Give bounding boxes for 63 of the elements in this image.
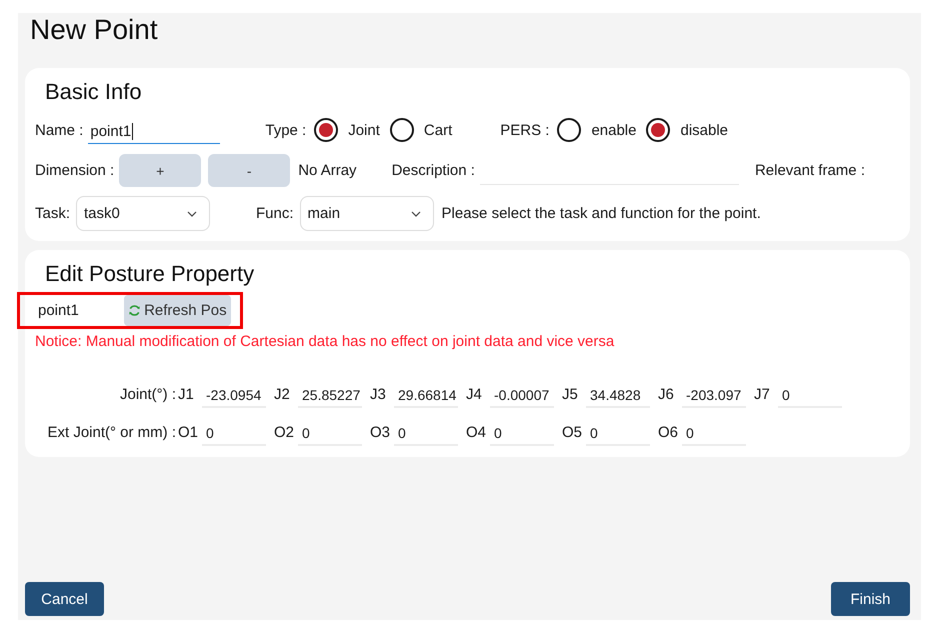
value-input[interactable]: 0	[394, 418, 458, 446]
axis-label: O2	[274, 424, 296, 440]
axis-label: O6	[658, 424, 680, 440]
field-label: Description :	[392, 162, 475, 179]
radio-button[interactable]	[390, 118, 414, 142]
chevron-down-icon	[410, 210, 421, 216]
dropdown[interactable]: main	[300, 196, 434, 231]
remove-button[interactable]: -	[208, 154, 290, 187]
option-label: enable	[591, 122, 636, 138]
point-name: point1	[38, 302, 80, 319]
option-label: Joint	[348, 122, 380, 138]
value-input[interactable]: 0	[202, 418, 266, 446]
section-title: Edit Posture Property	[45, 260, 256, 288]
field-label: Func:	[256, 205, 294, 222]
chevron-down-icon	[187, 210, 198, 216]
field-label: Task:	[35, 205, 70, 222]
axis-label: J3	[370, 386, 387, 402]
axis-label: O4	[466, 424, 488, 440]
finish-button[interactable]: Finish	[831, 582, 910, 616]
axis-label: J4	[466, 386, 483, 402]
option-label: disable	[680, 122, 728, 138]
axis-label: J7	[754, 386, 771, 402]
page-title: New Point	[30, 13, 159, 47]
radio-button[interactable]	[557, 118, 582, 142]
notice-text: Notice: Manual modification of Cartesian data has no effect on joint data and vice versa	[35, 333, 616, 351]
dropdown[interactable]: task0	[76, 196, 210, 231]
value-input[interactable]: -203.097	[682, 380, 746, 408]
refresh-icon	[128, 304, 142, 317]
field-label: Relevant frame :	[754, 162, 865, 179]
value-input[interactable]: 34.4828	[586, 380, 650, 408]
value-input[interactable]: 0	[586, 418, 650, 446]
field-label: PERS :	[500, 122, 550, 138]
axis-label: J1	[178, 386, 195, 402]
axis-label: J6	[658, 386, 675, 402]
axis-label: J5	[562, 386, 579, 402]
value-input[interactable]: -0.00007	[490, 380, 554, 408]
array-status: No Array	[298, 162, 357, 179]
axis-label: O5	[562, 424, 584, 440]
value-input[interactable]: 0	[682, 418, 746, 446]
radio-button[interactable]	[646, 118, 670, 142]
axis-label: J2	[274, 386, 291, 402]
field-label: Name :	[35, 122, 84, 138]
option-label: Cart	[424, 122, 452, 138]
hint-text: Please select the task and function for the point.	[442, 205, 761, 222]
field-label: Type :	[265, 122, 306, 138]
refresh-button[interactable]: Refresh Pos	[124, 295, 231, 326]
value-input[interactable]: 25.85227	[298, 380, 362, 408]
row-label: Ext Joint(° or mm) :	[46, 424, 176, 440]
row-label: Joint(°) :	[118, 386, 176, 402]
value-input[interactable]: 0	[490, 418, 554, 446]
field-label: Dimension :	[35, 162, 114, 179]
text-cursor	[132, 123, 134, 140]
add-button[interactable]: +	[119, 154, 202, 187]
axis-label: O3	[370, 424, 392, 440]
radio-button[interactable]	[314, 118, 338, 142]
value-input[interactable]: -23.0954	[202, 380, 266, 408]
axis-label: O1	[178, 424, 200, 440]
cancel-button[interactable]: Cancel	[25, 582, 104, 616]
value-input[interactable]: 29.66814	[394, 380, 458, 408]
value-input[interactable]: 0	[298, 418, 362, 446]
section-title: Basic Info	[45, 78, 143, 106]
name-input[interactable]: point1	[88, 116, 220, 144]
value-input[interactable]: 0	[778, 380, 842, 408]
